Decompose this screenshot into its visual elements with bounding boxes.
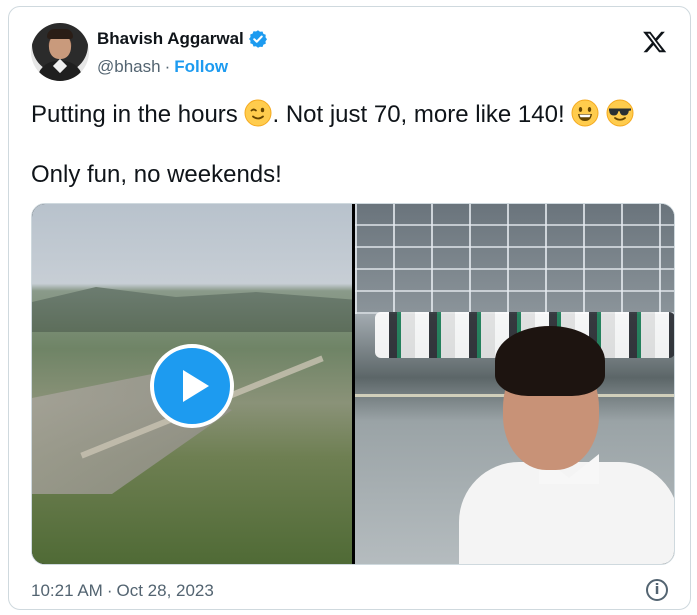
factory-roof-truss [355,204,674,314]
person-hair [495,326,605,396]
grinning-face-emoji [571,99,599,127]
play-button[interactable] [150,344,234,428]
author-name-row: Bhavish Aggarwal [97,29,268,49]
follow-button[interactable]: Follow [174,57,228,77]
tweet-time: 10:21 AM [31,581,103,600]
handle-separator: · [164,57,171,76]
tweet-line-1: Putting in the hours . Not just 70, more… [31,99,671,130]
avatar-hair [47,29,73,39]
play-icon [183,370,209,402]
winking-face-emoji [244,99,272,127]
tweet-media[interactable] [31,203,675,565]
verified-badge-icon [248,30,267,48]
timestamp-separator: · [106,581,113,600]
aerial-factory-site-video[interactable] [32,204,352,564]
profile-avatar[interactable] [31,23,89,81]
tweet-timestamp[interactable]: 10:21 AM · Oct 28, 2023 [31,581,214,601]
tweet-line-1-continuation: . Not just 70, more like 140! [272,101,565,128]
tweet-line-1-text: Putting in the hours [31,101,238,128]
author-name[interactable]: Bhavish Aggarwal [97,29,244,49]
tweet-card[interactable]: Bhavish Aggarwal @bhash · Follow Putting… [8,6,691,610]
info-icon[interactable]: i [646,579,668,601]
distant-hills [32,287,352,332]
selfie-person [459,322,674,564]
smiling-face-with-sunglasses-emoji [606,99,634,127]
tweet-text: Putting in the hours . Not just 70, more… [31,99,671,190]
author-handle[interactable]: @bhash [97,57,161,77]
tweet-date: Oct 28, 2023 [116,581,214,600]
x-logo-icon[interactable] [642,29,668,55]
info-glyph: i [654,582,660,598]
tweet-line-2: Only fun, no weekends! [31,161,282,188]
author-handle-row: @bhash · Follow [97,57,228,77]
factory-floor-selfie-photo[interactable] [355,204,674,564]
